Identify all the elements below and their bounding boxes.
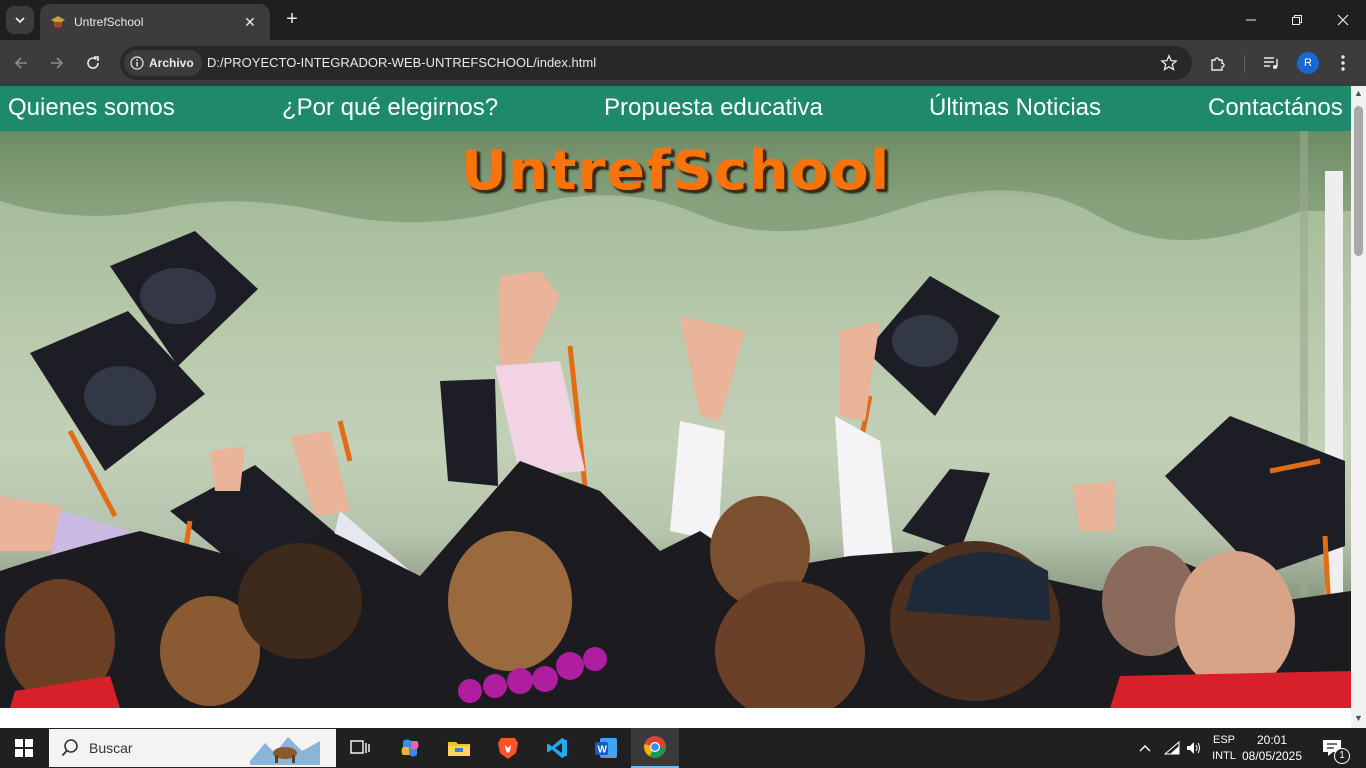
scroll-down-arrow-icon[interactable]: ▼: [1354, 714, 1363, 723]
arrow-right-icon: [51, 57, 64, 69]
task-view-icon: [350, 740, 370, 754]
address-bar[interactable]: Archivo D:/PROYECTO-INTEGRADOR-WEB-UNTRE…: [120, 46, 1192, 80]
taskbar-search-box[interactable]: Buscar: [49, 729, 336, 767]
folder-icon: [448, 742, 470, 756]
vscode-button[interactable]: [533, 728, 581, 768]
restore-icon: [1292, 15, 1302, 25]
toolbar-separator: [1244, 55, 1245, 73]
new-tab-button[interactable]: +: [280, 8, 304, 32]
system-clock[interactable]: 20:01 08/05/2025: [1240, 732, 1304, 764]
chevron-down-icon: [15, 17, 25, 24]
security-chip-label: Archivo: [149, 56, 194, 70]
minimize-button[interactable]: [1228, 0, 1274, 40]
search-icon: [61, 739, 78, 757]
scroll-up-arrow-icon[interactable]: ▲: [1354, 89, 1363, 98]
forward-button[interactable]: [44, 50, 70, 76]
tab-title: UntrefSchool: [74, 15, 144, 29]
nav-link-quienes-somos[interactable]: Quienes somos: [8, 94, 175, 122]
chevron-up-icon: [1139, 745, 1151, 752]
site-brand-title: UntrefSchool: [460, 139, 891, 202]
language-code: ESP: [1212, 734, 1235, 746]
site-navbar: Quienes somos ¿Por qué elegirnos? Propue…: [0, 86, 1351, 131]
chrome-icon: [644, 736, 666, 758]
nav-link-por-que-elegirnos[interactable]: ¿Por qué elegirnos?: [282, 94, 498, 122]
reload-button[interactable]: [80, 50, 106, 76]
speaker-icon: [1187, 742, 1200, 754]
start-button[interactable]: [0, 728, 48, 768]
arrow-left-icon: [14, 57, 27, 69]
school-favicon-icon: [51, 16, 65, 28]
word-icon: W: [595, 738, 617, 758]
notification-count-badge: 1: [1334, 748, 1350, 764]
extensions-button[interactable]: [1206, 51, 1230, 75]
nav-link-contactanos[interactable]: Contactános: [1208, 94, 1343, 122]
windows-logo-icon: [15, 739, 33, 757]
brave-browser-button[interactable]: [484, 728, 532, 768]
hero-image: UntrefSchool: [0, 131, 1351, 708]
chrome-menu-button[interactable]: [1331, 51, 1355, 75]
network-status[interactable]: [1164, 728, 1180, 768]
file-explorer-button[interactable]: [435, 728, 483, 768]
clock-time: 20:01: [1256, 733, 1288, 747]
bookmark-star-icon[interactable]: [1160, 54, 1178, 72]
tab-strip: UntrefSchool ✕ +: [0, 0, 1366, 40]
svg-text:W: W: [598, 745, 608, 756]
search-highlight-icon: [250, 737, 320, 765]
task-view-button[interactable]: [336, 728, 384, 768]
url-text[interactable]: D:/PROYECTO-INTEGRADOR-WEB-UNTREFSCHOOL/…: [207, 55, 596, 70]
minimize-icon: [1246, 19, 1256, 21]
close-tab-icon[interactable]: ✕: [240, 14, 260, 31]
playlist-icon: [1264, 57, 1278, 69]
nav-link-propuesta-educativa[interactable]: Propuesta educativa: [604, 94, 823, 122]
scrollbar-thumb[interactable]: [1354, 106, 1363, 256]
volume-status[interactable]: [1186, 728, 1202, 768]
page-scrollbar[interactable]: ▲ ▼: [1351, 86, 1366, 728]
kebab-menu-icon: [1341, 55, 1345, 71]
wifi-icon: [1164, 741, 1180, 755]
show-hidden-icons-button[interactable]: [1138, 728, 1152, 768]
copilot-app-button[interactable]: [386, 728, 434, 768]
search-placeholder: Buscar: [89, 740, 133, 756]
graduates-photo: [0, 131, 1351, 708]
input-language-indicator[interactable]: ESP INTL: [1208, 732, 1240, 764]
page-viewport: Quienes somos ¿Por qué elegirnos? Propue…: [0, 86, 1351, 728]
info-icon: [130, 56, 144, 70]
nav-link-ultimas-noticias[interactable]: Últimas Noticias: [929, 94, 1101, 122]
restore-button[interactable]: [1274, 0, 1320, 40]
close-window-button[interactable]: [1320, 0, 1366, 40]
puzzle-icon: [1211, 57, 1225, 71]
word-button[interactable]: W: [582, 728, 630, 768]
close-icon: [1337, 14, 1349, 26]
brave-lion-icon: [498, 738, 518, 759]
keyboard-layout: INTL: [1212, 750, 1236, 762]
site-info-chip[interactable]: Archivo: [124, 50, 202, 76]
notification-center-button[interactable]: 1: [1322, 728, 1350, 768]
profile-avatar[interactable]: R: [1297, 52, 1319, 74]
tab-search-button[interactable]: [6, 6, 34, 34]
copilot-icon: [401, 739, 419, 757]
media-control-button[interactable]: [1259, 51, 1283, 75]
browser-toolbar: Archivo D:/PROYECTO-INTEGRADOR-WEB-UNTRE…: [0, 40, 1366, 86]
vscode-icon: [547, 738, 567, 758]
clock-date: 08/05/2025: [1241, 749, 1303, 763]
chrome-taskbar-button[interactable]: [631, 728, 679, 768]
reload-icon: [87, 56, 99, 69]
windows-taskbar: Buscar W ESP INTL 20:01 08/05/2025 1: [0, 728, 1366, 768]
browser-tab[interactable]: UntrefSchool ✕: [40, 4, 270, 40]
back-button[interactable]: [8, 50, 34, 76]
